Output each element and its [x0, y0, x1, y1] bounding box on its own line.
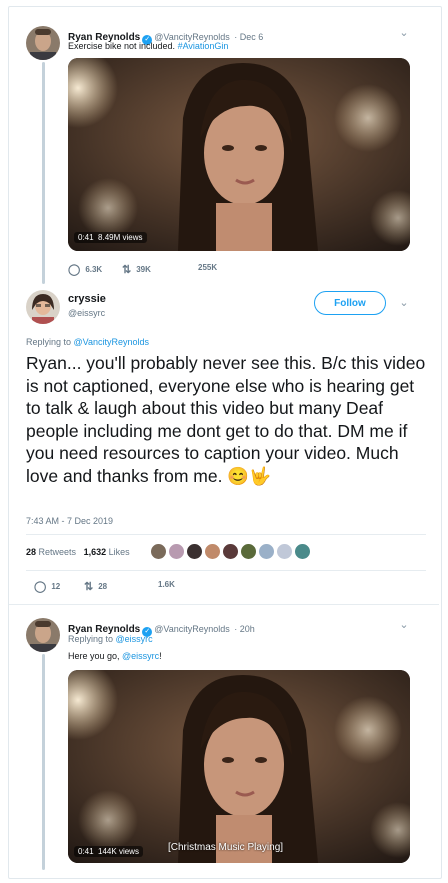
- video-caption: [Christmas Music Playing]: [168, 842, 284, 853]
- display-name[interactable]: cryssie: [68, 293, 106, 305]
- video-time-badge: 0:41 144K views: [74, 846, 143, 857]
- tweet-date[interactable]: · Dec 6: [234, 32, 263, 42]
- reply-action[interactable]: ◯ 6.3K: [68, 263, 102, 276]
- avatar[interactable]: [204, 543, 221, 560]
- follow-button[interactable]: Follow: [314, 291, 386, 315]
- reply-icon: ◯: [34, 581, 47, 593]
- avatar[interactable]: [26, 290, 60, 324]
- engagement-stats: 28 Retweets 1,632 Likes: [26, 547, 130, 557]
- video-time-badge: 0:41 8.49M views: [74, 232, 147, 243]
- chevron-down-icon[interactable]: ⌄: [398, 27, 410, 39]
- retweet-icon: ⇅: [122, 264, 132, 276]
- thread-line: [42, 654, 45, 870]
- retweet-action[interactable]: ⇅ 28: [84, 580, 107, 593]
- replying-to: Replying to @VancityReynolds: [26, 337, 150, 347]
- retweet-action[interactable]: ⇅ 39K: [122, 263, 151, 276]
- chevron-down-icon[interactable]: ⌄: [398, 297, 410, 309]
- avatar[interactable]: [168, 543, 185, 560]
- hashtag-link[interactable]: #AviationGin: [178, 41, 229, 51]
- reply-action[interactable]: ◯ 12: [34, 580, 60, 593]
- avatar[interactable]: [240, 543, 257, 560]
- video-player[interactable]: 0:41 144K views [Christmas Music Playing…: [68, 670, 410, 863]
- tweet-text: Exercise bike not included. #AviationGin: [68, 41, 229, 51]
- avatar[interactable]: [294, 543, 311, 560]
- divider: [9, 604, 439, 605]
- thread-line: [42, 62, 45, 284]
- like-action[interactable]: 1.6K: [158, 580, 175, 589]
- avatar[interactable]: [276, 543, 293, 560]
- tweet-date[interactable]: · 20h: [234, 624, 255, 634]
- likes-stat[interactable]: 1,632 Likes: [84, 547, 130, 557]
- replying-to: Replying to @eissyrc: [68, 634, 153, 644]
- mention-link[interactable]: @eissyrc: [116, 634, 153, 644]
- mention-link[interactable]: @eissyrc: [122, 651, 159, 661]
- avatar[interactable]: [26, 618, 60, 652]
- avatar[interactable]: [186, 543, 203, 560]
- video-player[interactable]: 0:41 8.49M views: [68, 58, 410, 251]
- user-info: cryssie @eissyrc: [68, 293, 106, 318]
- divider: [26, 570, 426, 571]
- like-action[interactable]: 255K: [198, 263, 217, 272]
- avatar[interactable]: [26, 26, 60, 60]
- liker-avatars[interactable]: [150, 543, 330, 561]
- mention-link[interactable]: @VancityReynolds: [74, 337, 150, 347]
- avatar[interactable]: [258, 543, 275, 560]
- tweet-text: Ryan... you'll probably never see this. …: [26, 353, 426, 486]
- reply-icon: ◯: [68, 264, 81, 276]
- divider: [26, 534, 426, 535]
- user-handle[interactable]: @VancityReynolds: [154, 624, 230, 634]
- avatar[interactable]: [150, 543, 167, 560]
- retweets-stat[interactable]: 28 Retweets: [26, 547, 76, 557]
- avatar[interactable]: [222, 543, 239, 560]
- chevron-down-icon[interactable]: ⌄: [398, 619, 410, 631]
- tweet-timestamp[interactable]: 7:43 AM - 7 Dec 2019: [26, 516, 113, 526]
- user-handle[interactable]: @eissyrc: [68, 308, 106, 318]
- tweet-text: Here you go, @eissyrc!: [68, 651, 162, 661]
- retweet-icon: ⇅: [84, 581, 94, 593]
